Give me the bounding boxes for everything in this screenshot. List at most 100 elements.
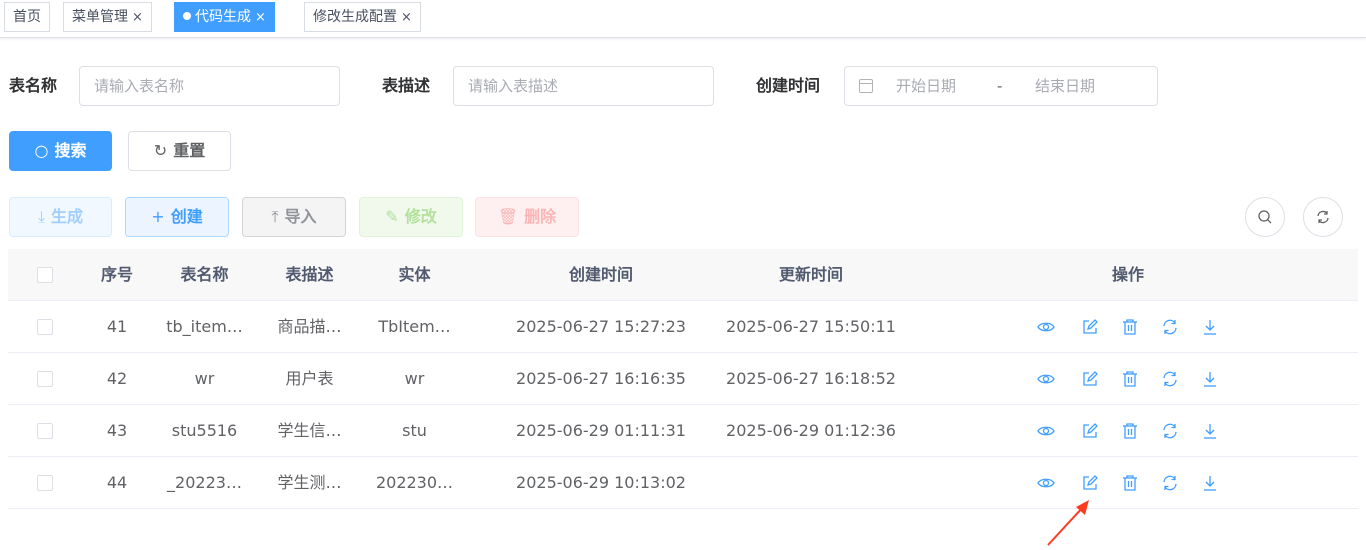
close-icon[interactable]: × bbox=[132, 10, 143, 25]
table-row: 41 tb_item… 商品描… TbItem… 2025-06-27 15:27:23… bbox=[8, 301, 1358, 353]
cell-table-name: _20223… bbox=[167, 473, 242, 492]
download-row-button[interactable] bbox=[1200, 369, 1220, 389]
sync-icon bbox=[1160, 317, 1180, 337]
preview-icon bbox=[1036, 473, 1056, 493]
edit-icon bbox=[1080, 473, 1100, 493]
tag-edit-gen-config[interactable]: 修改生成配置 × bbox=[304, 2, 421, 32]
download-row-button[interactable] bbox=[1200, 473, 1220, 493]
tags-view-bar: 首页 菜单管理 × 代码生成 × 修改生成配置 × bbox=[0, 0, 1366, 38]
column-header-entity: 实体 bbox=[398, 265, 431, 284]
preview-button[interactable] bbox=[1036, 369, 1056, 389]
tag-code-generation[interactable]: 代码生成 × bbox=[174, 2, 275, 32]
generate-button[interactable]: ⤓ 生成 bbox=[9, 197, 112, 237]
edit-row-button[interactable] bbox=[1080, 473, 1100, 493]
edit-icon bbox=[1080, 421, 1100, 441]
search-icon bbox=[1258, 210, 1272, 224]
import-button[interactable]: ⤒ 导入 bbox=[242, 197, 346, 237]
sync-row-button[interactable] bbox=[1160, 369, 1180, 389]
table-name-label: 表名称 bbox=[9, 76, 58, 95]
close-icon[interactable]: × bbox=[401, 10, 412, 25]
end-date-placeholder[interactable]: 结束日期 bbox=[1035, 67, 1095, 105]
reset-button-label: 重置 bbox=[173, 141, 206, 160]
edit-button-label: 修改 bbox=[404, 207, 437, 226]
sync-row-button[interactable] bbox=[1160, 473, 1180, 493]
column-header-index: 序号 bbox=[100, 265, 133, 284]
toggle-search-button[interactable] bbox=[1245, 197, 1285, 237]
download-icon bbox=[1200, 473, 1220, 493]
cell-index: 43 bbox=[106, 421, 128, 440]
row-checkbox[interactable] bbox=[37, 319, 53, 335]
refresh-table-button[interactable] bbox=[1303, 197, 1343, 237]
trash-icon bbox=[1120, 369, 1140, 389]
delete-row-button[interactable] bbox=[1120, 317, 1140, 337]
cell-updated: 2025-06-29 01:12:36 bbox=[726, 421, 896, 440]
reset-button[interactable]: ↻ 重置 bbox=[128, 131, 231, 171]
column-header-table-name: 表名称 bbox=[180, 265, 229, 284]
tag-label: 首页 bbox=[13, 9, 41, 25]
cell-index: 42 bbox=[106, 369, 128, 388]
trash-icon bbox=[1120, 473, 1140, 493]
cell-table-name: wr bbox=[194, 369, 215, 388]
table-header: 序号 表名称 表描述 实体 创建时间 更新时间 操作 bbox=[8, 249, 1358, 301]
create-button[interactable]: + 创建 bbox=[125, 197, 229, 237]
tag-menu-management[interactable]: 菜单管理 × bbox=[63, 2, 152, 32]
trash-icon: 🗑 bbox=[497, 207, 519, 226]
table-name-input[interactable] bbox=[80, 67, 339, 105]
tag-label: 代码生成 bbox=[195, 9, 251, 25]
sync-icon bbox=[1160, 369, 1180, 389]
download-icon: ⤓ bbox=[37, 207, 46, 226]
start-date-placeholder[interactable]: 开始日期 bbox=[896, 67, 956, 105]
edit-icon bbox=[1080, 317, 1100, 337]
table-row: 44 _20223… 学生测… 202230… 2025-06-29 10:13:02 bbox=[8, 457, 1358, 509]
edit-row-button[interactable] bbox=[1080, 317, 1100, 337]
column-header-created: 创建时间 bbox=[568, 265, 633, 284]
close-icon[interactable]: × bbox=[255, 10, 266, 25]
cell-created: 2025-06-27 15:27:23 bbox=[516, 317, 686, 336]
created-time-label: 创建时间 bbox=[756, 76, 821, 95]
tag-label: 修改生成配置 bbox=[313, 9, 397, 25]
delete-button[interactable]: 🗑 删除 bbox=[475, 197, 579, 237]
row-checkbox[interactable] bbox=[37, 423, 53, 439]
preview-icon bbox=[1036, 317, 1056, 337]
download-icon bbox=[1200, 369, 1220, 389]
table-row: 43 stu5516 学生信… stu 2025-06-29 01:11:31 2025-… bbox=[8, 405, 1358, 457]
download-icon bbox=[1200, 421, 1220, 441]
sync-row-button[interactable] bbox=[1160, 317, 1180, 337]
sync-row-button[interactable] bbox=[1160, 421, 1180, 441]
select-all-checkbox[interactable] bbox=[37, 267, 53, 283]
column-header-actions: 操作 bbox=[1111, 265, 1144, 284]
tag-label: 菜单管理 bbox=[72, 9, 128, 25]
date-range-picker[interactable]: 开始日期 - 结束日期 bbox=[844, 66, 1158, 106]
delete-button-label: 删除 bbox=[524, 207, 557, 226]
delete-row-button[interactable] bbox=[1120, 421, 1140, 441]
row-checkbox[interactable] bbox=[37, 475, 53, 491]
cell-created: 2025-06-29 01:11:31 bbox=[516, 421, 686, 440]
edit-row-button[interactable] bbox=[1080, 369, 1100, 389]
edit-row-button[interactable] bbox=[1080, 421, 1100, 441]
delete-row-button[interactable] bbox=[1120, 369, 1140, 389]
cell-entity: TbItem… bbox=[378, 317, 451, 336]
cell-entity: 202230… bbox=[375, 473, 454, 492]
download-row-button[interactable] bbox=[1200, 317, 1220, 337]
delete-row-button[interactable] bbox=[1120, 473, 1140, 493]
download-row-button[interactable] bbox=[1200, 421, 1220, 441]
cell-updated bbox=[706, 457, 916, 509]
sync-icon bbox=[1160, 421, 1180, 441]
preview-button[interactable] bbox=[1036, 473, 1056, 493]
search-button[interactable]: ○ 搜索 bbox=[9, 131, 112, 171]
cell-updated: 2025-06-27 15:50:11 bbox=[726, 317, 896, 336]
table-row: 42 wr 用户表 wr 2025-06-27 16:16:35 2025-06-27 1… bbox=[8, 353, 1358, 405]
annotation-arrow-icon bbox=[1047, 500, 1089, 546]
table-desc-input[interactable] bbox=[454, 67, 713, 105]
edit-button[interactable]: ✎ 修改 bbox=[359, 197, 463, 237]
create-button-label: 创建 bbox=[170, 207, 203, 226]
cell-table-name: tb_item… bbox=[166, 317, 243, 336]
tag-home[interactable]: 首页 bbox=[4, 2, 50, 32]
edit-icon bbox=[1080, 369, 1100, 389]
preview-button[interactable] bbox=[1036, 317, 1056, 337]
cell-index: 41 bbox=[106, 317, 128, 336]
sync-icon bbox=[1160, 473, 1180, 493]
row-checkbox[interactable] bbox=[37, 371, 53, 387]
preview-button[interactable] bbox=[1036, 421, 1056, 441]
column-header-table-desc: 表描述 bbox=[285, 265, 334, 284]
